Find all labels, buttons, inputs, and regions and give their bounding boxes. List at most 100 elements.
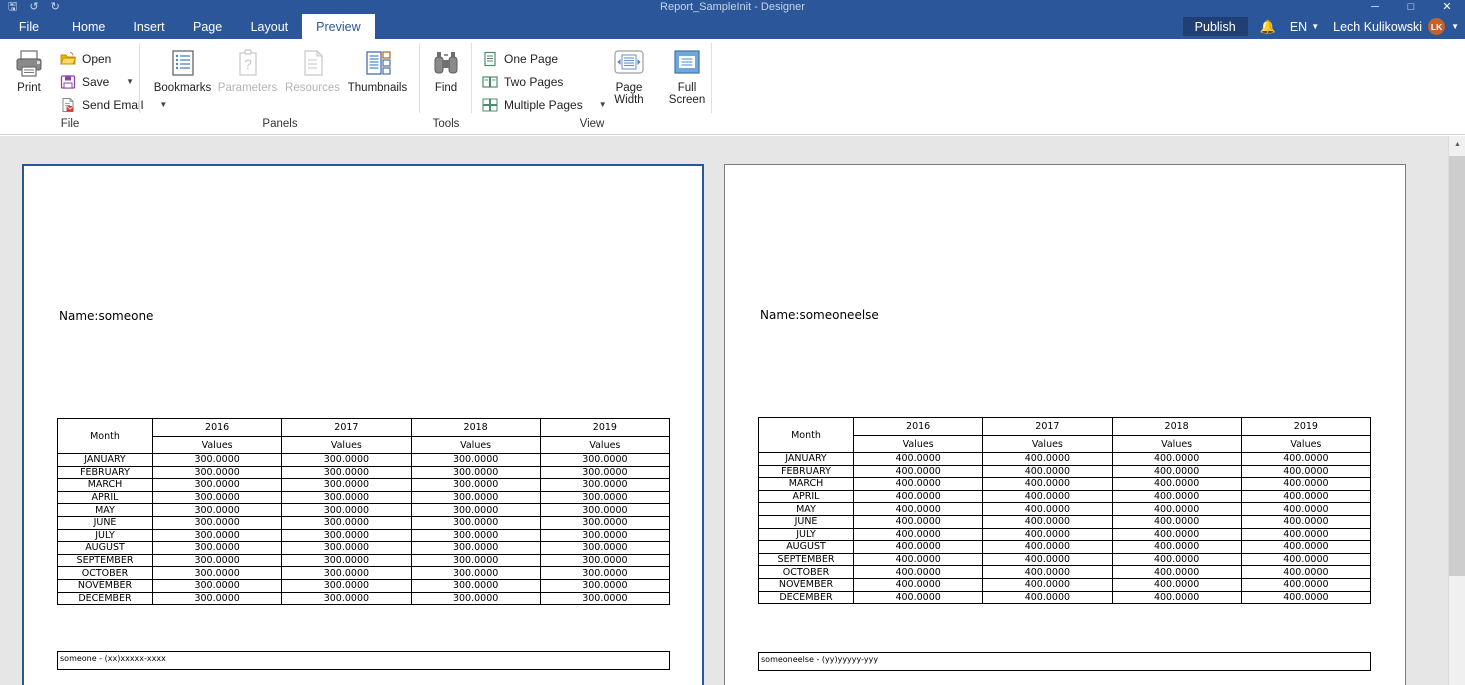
preview-canvas[interactable]: Name:someone Month 2016 2017 2018 2019 V…	[0, 136, 1465, 685]
cell-value: 400.0000	[982, 552, 1113, 567]
cell-value: 300.0000	[410, 553, 541, 568]
envelope-document-icon	[60, 97, 76, 113]
cell-value: 300.0000	[539, 553, 671, 568]
avatar[interactable]: LK	[1428, 18, 1446, 35]
language-label: EN	[1289, 19, 1308, 34]
resources-icon	[297, 47, 329, 79]
bell-icon[interactable]: 🔔	[1260, 19, 1276, 35]
scrollbar-thumb[interactable]	[1449, 156, 1465, 576]
cell-month: MAY	[57, 503, 153, 517]
tab-preview[interactable]: Preview	[302, 14, 375, 39]
cell-month: MARCH	[758, 477, 854, 491]
cell-value: 300.0000	[410, 591, 541, 606]
window-controls: ─ □ ✕	[1357, 0, 1465, 14]
cell-value: 400.0000	[852, 489, 984, 504]
tab-insert[interactable]: Insert	[119, 14, 178, 39]
tab-layout[interactable]: Layout	[237, 14, 303, 39]
page-2-report-table: Month 2016 2017 2018 2019 Values Values …	[758, 417, 1372, 605]
table-header-row-years: Month 2016 2017 2018 2019	[57, 418, 671, 454]
multiple-pages-icon	[482, 97, 498, 113]
cell-value: 400.0000	[1111, 540, 1242, 554]
cell-month: OCTOBER	[758, 565, 854, 579]
send-email-button[interactable]: Send Email ▼	[60, 95, 167, 114]
vertical-scrollbar[interactable]: ▲	[1448, 136, 1465, 685]
cell-month: FEBRUARY	[758, 464, 854, 479]
thumbnails-button[interactable]: Thumbnails	[347, 45, 409, 94]
print-button[interactable]: Print	[6, 45, 52, 94]
two-pages-icon	[482, 74, 498, 90]
find-button[interactable]: Find	[423, 45, 469, 94]
tab-home[interactable]: Home	[58, 14, 119, 39]
cell-value: 400.0000	[982, 489, 1113, 504]
cell-value: 300.0000	[410, 566, 541, 580]
header-year-2019: 2019	[539, 418, 671, 437]
full-screen-icon	[671, 47, 703, 79]
cell-value: 300.0000	[539, 503, 671, 517]
account-chevron-down-icon[interactable]: ▼	[1451, 22, 1459, 31]
table-row: DECEMBER 300.0000 300.0000 300.0000 300.0000	[57, 591, 671, 606]
cell-month: SEPTEMBER	[758, 552, 854, 567]
cell-value: 300.0000	[151, 515, 283, 530]
bookmarks-button[interactable]: Bookmarks	[152, 45, 214, 94]
page-width-button[interactable]: Page Width	[604, 45, 654, 106]
report-page-2[interactable]: Name:someoneelse Month 2016 2017 2018 20…	[724, 164, 1406, 685]
send-email-label: Send Email	[82, 97, 144, 112]
tab-file[interactable]: File	[0, 14, 58, 39]
table-row: OCTOBER 300.0000 300.0000 300.0000 300.0000	[57, 566, 671, 580]
one-page-button[interactable]: One Page	[482, 49, 594, 68]
cell-value: 300.0000	[281, 553, 412, 568]
binoculars-icon	[430, 47, 462, 79]
header-values-2018: Values	[1111, 435, 1242, 453]
minimize-icon[interactable]: ─	[1357, 0, 1393, 14]
header-values-2019: Values	[539, 436, 671, 454]
cell-month: MAY	[758, 502, 854, 516]
cell-value: 400.0000	[982, 464, 1113, 479]
parameters-label: Parameters	[217, 82, 278, 94]
table-row: APRIL 400.0000 400.0000 400.0000 400.0000	[758, 489, 1372, 504]
multiple-pages-button[interactable]: Multiple Pages ▼	[482, 95, 607, 114]
cell-value: 300.0000	[539, 465, 671, 480]
ribbon-group-view: One Page Two Pages Multiple Pages ▼ Page…	[472, 39, 712, 135]
page-1-name-line: Name:someone	[59, 309, 154, 323]
page-1-report-table: Month 2016 2017 2018 2019 Values Values …	[57, 418, 671, 606]
header-year-2017: 2017	[982, 417, 1113, 436]
close-icon[interactable]: ✕	[1429, 0, 1465, 14]
cell-value: 400.0000	[982, 502, 1113, 516]
table-row: DECEMBER 400.0000 400.0000 400.0000 400.0000	[758, 590, 1372, 605]
full-screen-button[interactable]: Full Screen	[662, 45, 712, 106]
cell-value: 400.0000	[1111, 527, 1242, 542]
table-row: SEPTEMBER 300.0000 300.0000 300.0000 300.000…	[57, 553, 671, 568]
cell-value: 400.0000	[1111, 477, 1242, 491]
cell-month: AUGUST	[758, 540, 854, 554]
language-selector[interactable]: EN ▼	[1290, 20, 1319, 34]
table-row: MARCH 300.0000 300.0000 300.0000 300.0000	[57, 478, 671, 492]
bookmarks-label: Bookmarks	[153, 82, 212, 94]
publish-button[interactable]: Publish	[1182, 17, 1248, 36]
header-year-2018: 2018	[410, 418, 541, 437]
cell-value: 400.0000	[1240, 577, 1372, 592]
page-width-label: Page Width	[614, 82, 644, 106]
user-name-label[interactable]: Lech Kulikowski	[1333, 20, 1422, 34]
find-label: Find	[434, 82, 458, 94]
save-button[interactable]: Save ▼	[60, 72, 138, 91]
cell-value: 300.0000	[539, 515, 671, 530]
scroll-up-arrow-icon[interactable]: ▲	[1449, 136, 1465, 153]
open-label: Open	[82, 51, 112, 66]
table-row: JULY 400.0000 400.0000 400.0000 400.0000	[758, 527, 1372, 542]
header-year-2016: 2016	[852, 417, 984, 436]
cell-value: 400.0000	[1240, 514, 1372, 529]
cell-value: 300.0000	[151, 478, 283, 492]
tab-page[interactable]: Page	[179, 14, 237, 39]
table-row: FEBRUARY 400.0000 400.0000 400.0000 400.0000	[758, 464, 1372, 479]
parameters-icon: ?	[232, 47, 264, 79]
save-chevron-down-icon[interactable]: ▼	[116, 77, 134, 86]
two-pages-button[interactable]: Two Pages	[482, 72, 594, 91]
report-page-1[interactable]: Name:someone Month 2016 2017 2018 2019 V…	[22, 164, 704, 685]
header-values-2018: Values	[410, 436, 541, 454]
cell-value: 400.0000	[982, 514, 1113, 529]
maximize-icon[interactable]: □	[1393, 0, 1429, 14]
cell-month: FEBRUARY	[57, 465, 153, 480]
open-button[interactable]: Open	[60, 49, 138, 68]
header-month: Month	[57, 418, 153, 454]
resources-button: Resources	[282, 45, 344, 94]
